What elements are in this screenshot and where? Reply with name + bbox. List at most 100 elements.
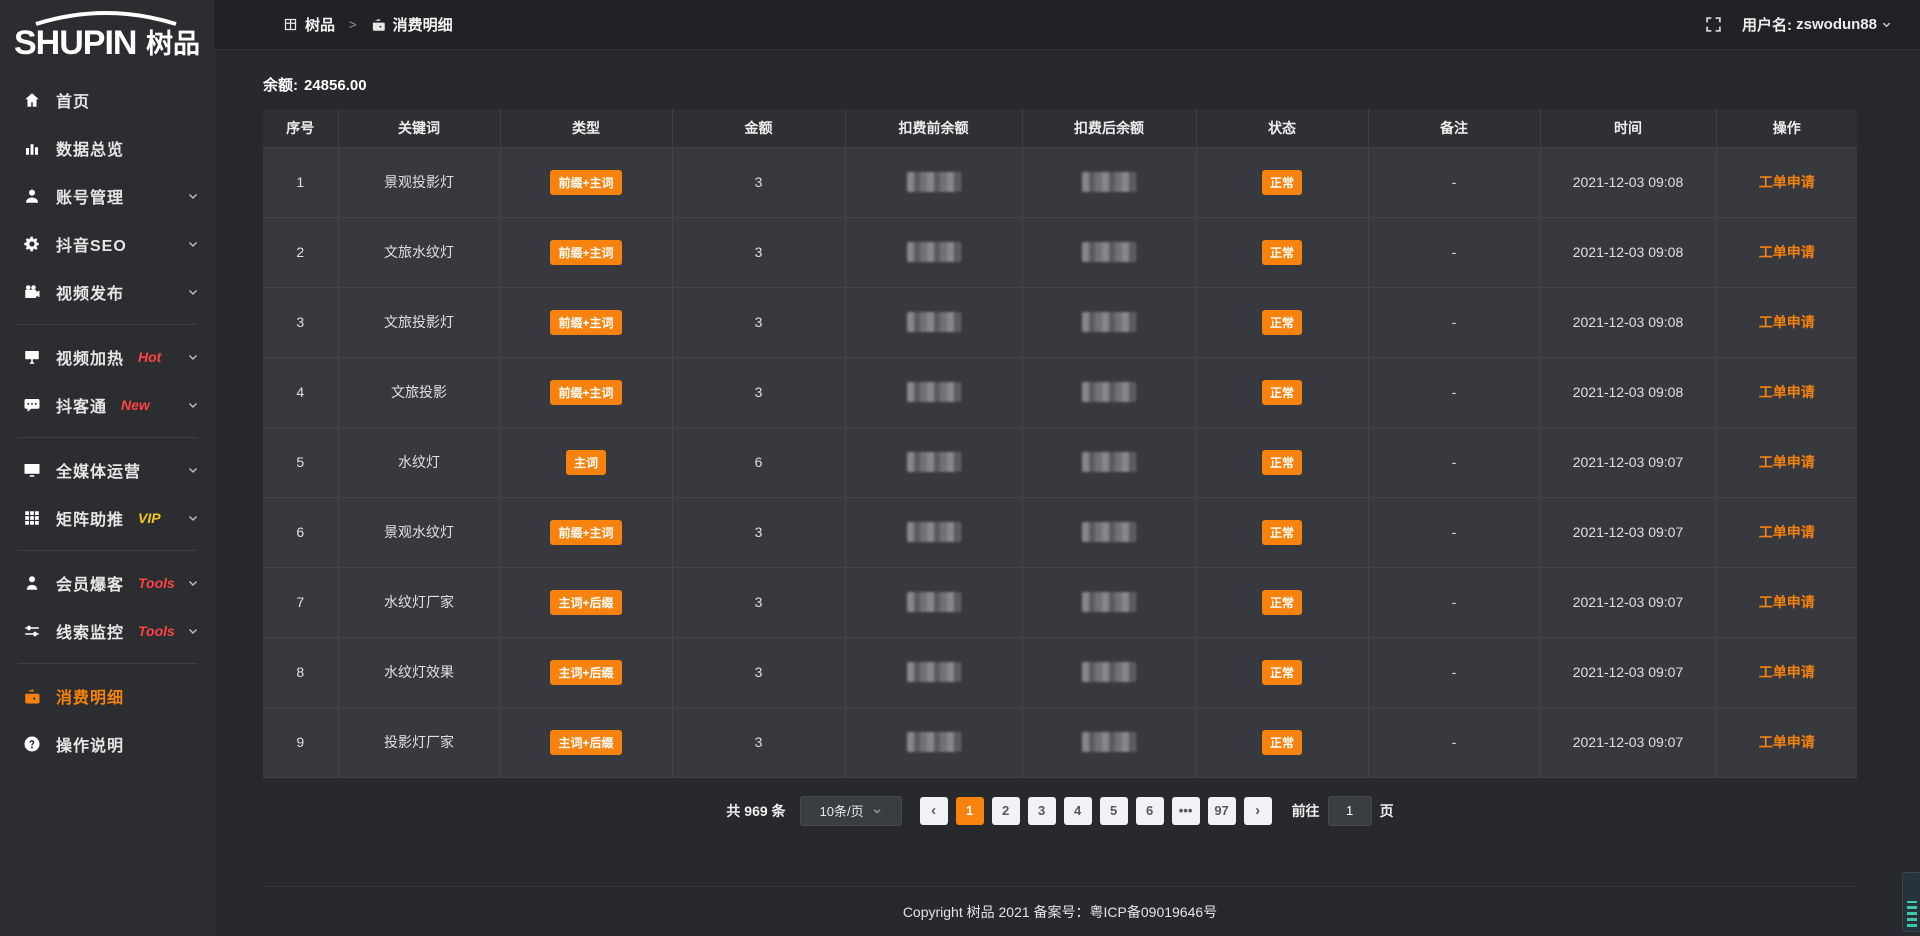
user-icon: [22, 186, 42, 206]
sidebar-item-badge: Hot: [138, 349, 161, 365]
cell-post-balance: [1022, 707, 1196, 777]
sidebar-item-操作说明[interactable]: 操作说明: [0, 720, 215, 768]
page-ellipsis-button[interactable]: •••: [1172, 797, 1200, 825]
sidebar-item-矩阵助推[interactable]: 矩阵助推VIP: [0, 494, 215, 542]
menu-divider: [18, 663, 197, 664]
masked-value: [907, 172, 961, 192]
page-button-1[interactable]: 1: [956, 797, 984, 825]
menu-divider: [18, 550, 197, 551]
sidebar-item-首页[interactable]: 首页: [0, 76, 215, 124]
sidebar-item-抖音SEO[interactable]: 抖音SEO: [0, 220, 215, 268]
cell-amount: 3: [672, 287, 845, 357]
user-menu[interactable]: 用户名: zswodun88: [1742, 14, 1892, 35]
cell-pre-balance: [845, 217, 1022, 287]
sidebar-item-label: 全媒体运营: [56, 458, 141, 482]
cell-status: 正常: [1196, 217, 1368, 287]
wallet-icon: [371, 17, 386, 32]
next-page-button[interactable]: ›: [1244, 797, 1272, 825]
sidebar-item-badge: Tools: [138, 623, 175, 639]
page-button-6[interactable]: 6: [1136, 797, 1164, 825]
cell-remark: -: [1368, 707, 1540, 777]
status-badge: 正常: [1262, 660, 1302, 685]
cell-action: 工单申请: [1716, 637, 1857, 707]
chevron-down-icon: [187, 351, 199, 363]
status-badge: 正常: [1262, 380, 1302, 405]
table-body: 1景观投影灯前缀+主词3正常-2021-12-03 09:08工单申请2文旅水纹…: [263, 147, 1857, 777]
work-order-link[interactable]: 工单申请: [1759, 664, 1815, 680]
masked-value: [907, 592, 961, 612]
cell-type: 主词: [500, 427, 672, 497]
work-order-link[interactable]: 工单申请: [1759, 734, 1815, 750]
goto-label: 前往: [1292, 801, 1320, 821]
cell-remark: -: [1368, 637, 1540, 707]
chevron-down-icon: [187, 286, 199, 298]
column-header: 类型: [500, 109, 672, 147]
sidebar-item-会员爆客[interactable]: 会员爆客Tools: [0, 559, 215, 607]
cell-time: 2021-12-03 09:08: [1540, 147, 1716, 217]
masked-value: [1082, 172, 1136, 192]
sidebar-item-账号管理[interactable]: 账号管理: [0, 172, 215, 220]
goto-page-input[interactable]: [1328, 796, 1372, 826]
sidebar-item-label: 账号管理: [56, 184, 124, 208]
masked-value: [1082, 592, 1136, 612]
sidebar-item-抖客通[interactable]: 抖客通New: [0, 381, 215, 429]
cell-time: 2021-12-03 09:08: [1540, 287, 1716, 357]
cell-type: 前缀+主词: [500, 357, 672, 427]
content-area: 树品 > 消费明细 用户名: zswodun88 余额:24856.00: [215, 0, 1920, 936]
cell-time: 2021-12-03 09:07: [1540, 707, 1716, 777]
sidebar-item-消费明细[interactable]: 消费明细: [0, 672, 215, 720]
shupin-logo-icon: SHUPIN 树品: [14, 10, 199, 62]
work-order-link[interactable]: 工单申请: [1759, 174, 1815, 190]
cell-remark: -: [1368, 567, 1540, 637]
page-button-5[interactable]: 5: [1100, 797, 1128, 825]
menu-divider: [18, 437, 197, 438]
sidebar-item-数据总览[interactable]: 数据总览: [0, 124, 215, 172]
widget-stripes-icon: [1907, 901, 1917, 927]
table-row: 3文旅投影灯前缀+主词3正常-2021-12-03 09:08工单申请: [263, 287, 1857, 357]
sidebar-item-badge: VIP: [138, 510, 161, 526]
sidebar-item-badge: Tools: [138, 575, 175, 591]
cell-remark: -: [1368, 427, 1540, 497]
floating-service-widget[interactable]: [1902, 872, 1920, 932]
page-button-4[interactable]: 4: [1064, 797, 1092, 825]
status-badge: 正常: [1262, 520, 1302, 545]
cell-type: 主词+后缀: [500, 637, 672, 707]
sidebar-item-视频加热[interactable]: 视频加热Hot: [0, 333, 215, 381]
page-button-3[interactable]: 3: [1028, 797, 1056, 825]
status-badge: 正常: [1262, 450, 1302, 475]
table-row: 7水纹灯厂家主词+后缀3正常-2021-12-03 09:07工单申请: [263, 567, 1857, 637]
page-size-select[interactable]: 10条/页: [800, 796, 902, 826]
breadcrumb-item-home[interactable]: 树品: [305, 14, 335, 35]
page-button-2[interactable]: 2: [992, 797, 1020, 825]
status-badge: 正常: [1262, 310, 1302, 335]
page-button-97[interactable]: 97: [1208, 797, 1236, 825]
video-camera-icon: [22, 282, 42, 302]
work-order-link[interactable]: 工单申请: [1759, 524, 1815, 540]
masked-value: [1082, 452, 1136, 472]
sidebar-item-全媒体运营[interactable]: 全媒体运营: [0, 446, 215, 494]
chevron-down-icon: [187, 399, 199, 411]
work-order-link[interactable]: 工单申请: [1759, 244, 1815, 260]
sidebar-item-视频发布[interactable]: 视频发布: [0, 268, 215, 316]
fullscreen-icon[interactable]: [1705, 16, 1722, 33]
cell-amount: 6: [672, 427, 845, 497]
cell-post-balance: [1022, 637, 1196, 707]
work-order-link[interactable]: 工单申请: [1759, 384, 1815, 400]
cell-pre-balance: [845, 427, 1022, 497]
prev-page-button[interactable]: ‹: [920, 797, 948, 825]
type-badge: 前缀+主词: [550, 240, 621, 265]
cell-keyword: 水纹灯效果: [338, 637, 500, 707]
footer: Copyright 树品 2021 备案号：粤ICP备09019646号: [263, 886, 1857, 936]
cell-pre-balance: [845, 637, 1022, 707]
work-order-link[interactable]: 工单申请: [1759, 314, 1815, 330]
work-order-link[interactable]: 工单申请: [1759, 454, 1815, 470]
cell-pre-balance: [845, 567, 1022, 637]
column-header: 备注: [1368, 109, 1540, 147]
cell-status: 正常: [1196, 357, 1368, 427]
sidebar-item-线索监控[interactable]: 线索监控 Tools: [0, 607, 215, 655]
sidebar-item-label: 线索监控: [56, 619, 124, 643]
logo-text-cn: 树品: [146, 29, 199, 59]
work-order-link[interactable]: 工单申请: [1759, 594, 1815, 610]
cell-pre-balance: [845, 287, 1022, 357]
chevron-down-icon: [187, 190, 199, 202]
